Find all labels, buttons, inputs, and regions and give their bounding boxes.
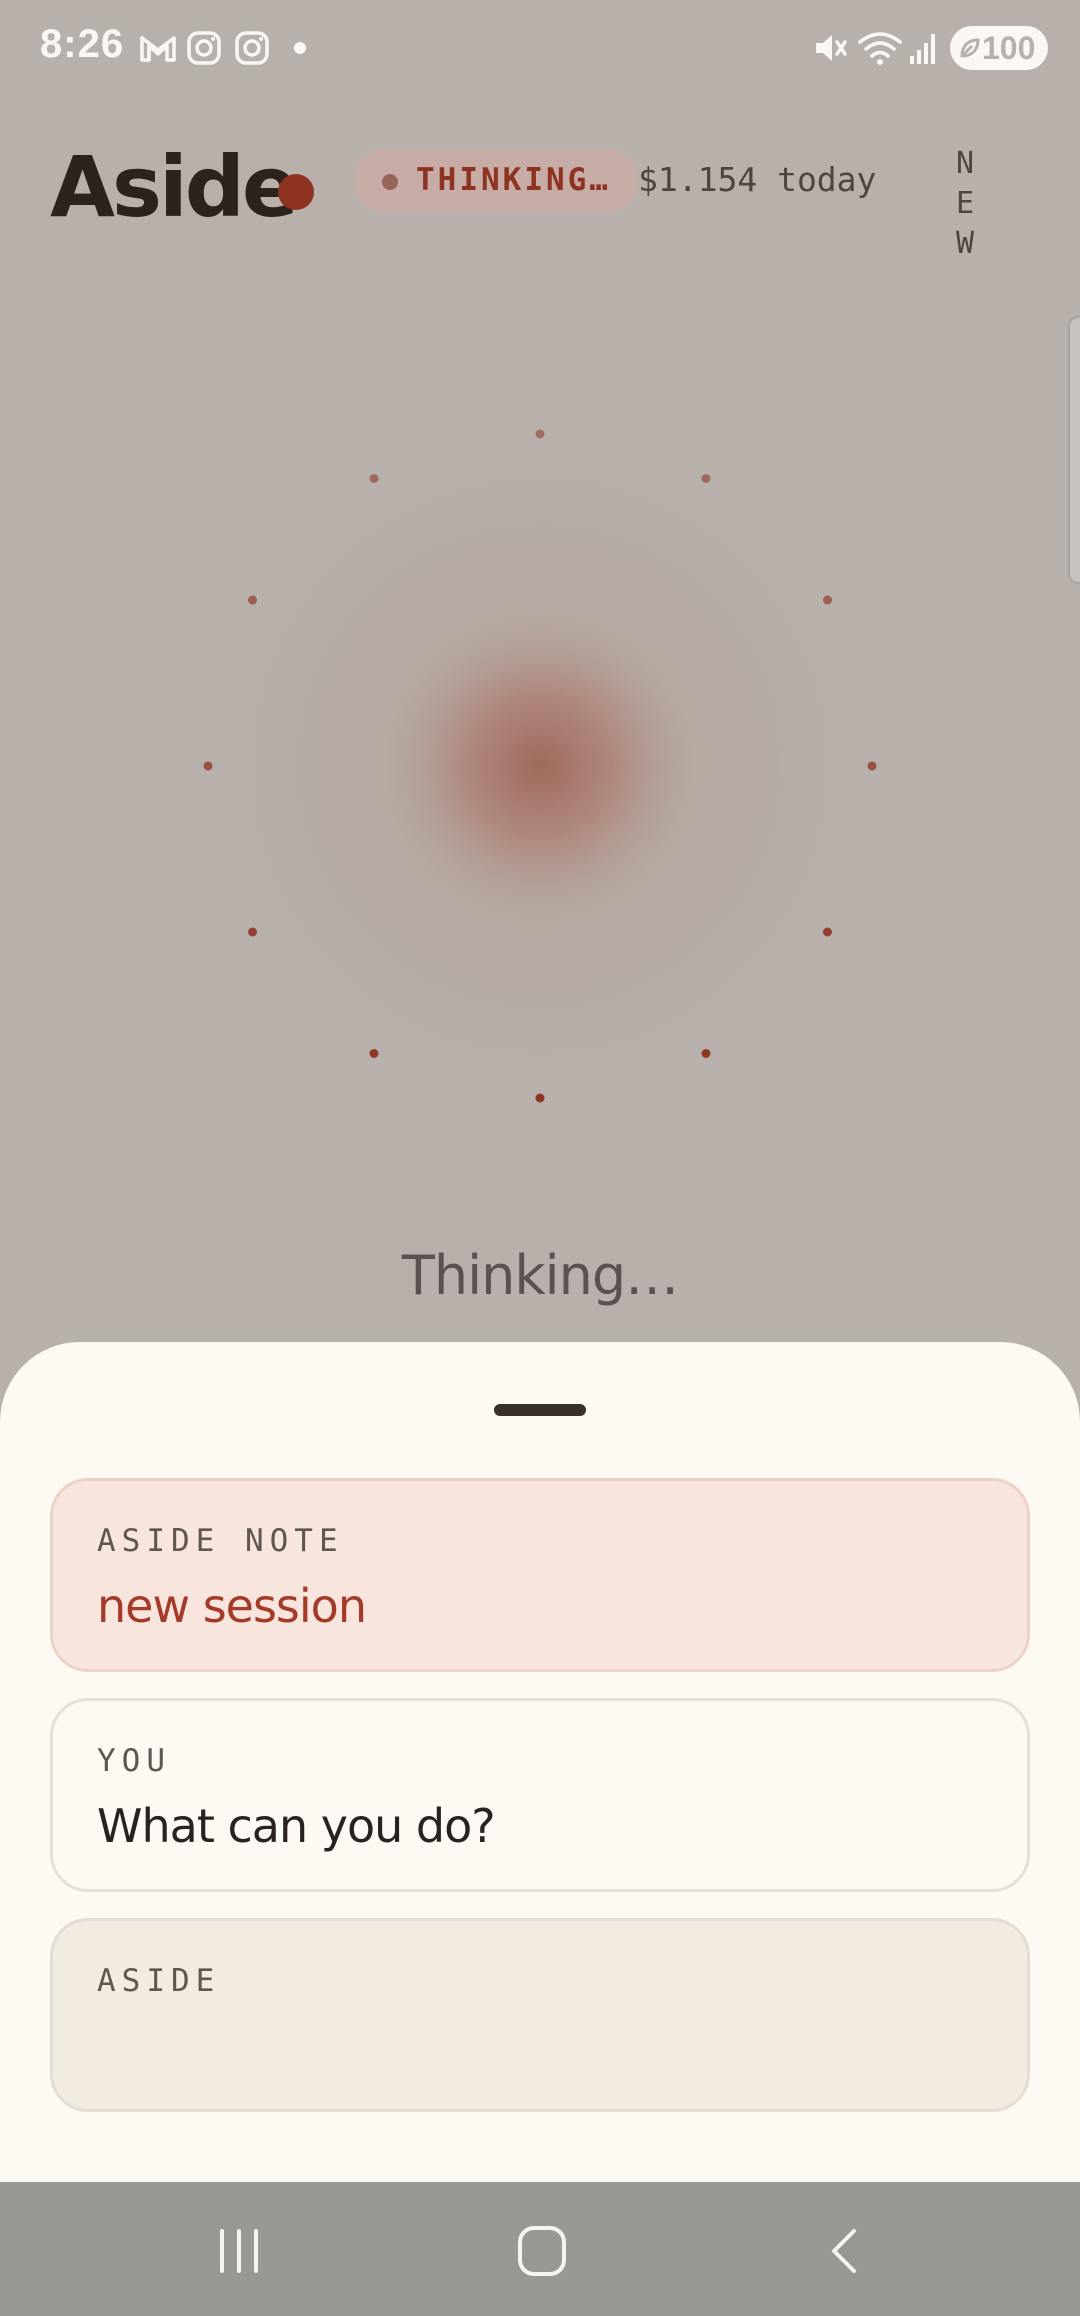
conversation-sheet: ASIDE NOTE new session YOU What can you … [0,1342,1080,2182]
aside-note-text: new session [97,1579,367,1633]
orb-ring-dot [823,595,832,605]
thinking-orb [140,366,940,1166]
orb-ring-dot [823,927,832,937]
orb-ring-dot [203,761,213,771]
orb-ring-dot [535,429,545,439]
user-message-label: YOU [97,1743,171,1779]
orb-ring-dot [701,474,711,483]
recent-apps-icon[interactable] [214,2226,264,2280]
aside-note-label: ASIDE NOTE [97,1523,344,1559]
orb-ring-dot [701,1049,711,1058]
app-screen: 8:26 100 Aside THINKING… $1.154 today NE… [0,0,1080,2316]
user-message-text: What can you do? [97,1799,496,1853]
aside-response-card[interactable]: ASIDE [50,1918,1030,2112]
user-message-card[interactable]: YOU What can you do? [50,1698,1030,1892]
sheet-drag-handle[interactable] [494,1404,586,1416]
aside-response-label: ASIDE [97,1963,221,1999]
home-icon[interactable] [516,2224,568,2282]
orb-core [380,606,700,926]
orb-ring-dot [369,1049,379,1058]
aside-note-card[interactable]: ASIDE NOTE new session [50,1478,1030,1672]
orb-ring-dot [248,927,257,937]
orb-ring-dot [535,1093,545,1103]
system-nav-bar [0,2182,1080,2316]
orb-ring-dot [867,761,877,771]
back-icon[interactable] [824,2226,864,2280]
orb-ring-dot [248,595,257,605]
thinking-status-text: Thinking… [401,1244,679,1307]
orb-ring-dot [369,474,379,483]
